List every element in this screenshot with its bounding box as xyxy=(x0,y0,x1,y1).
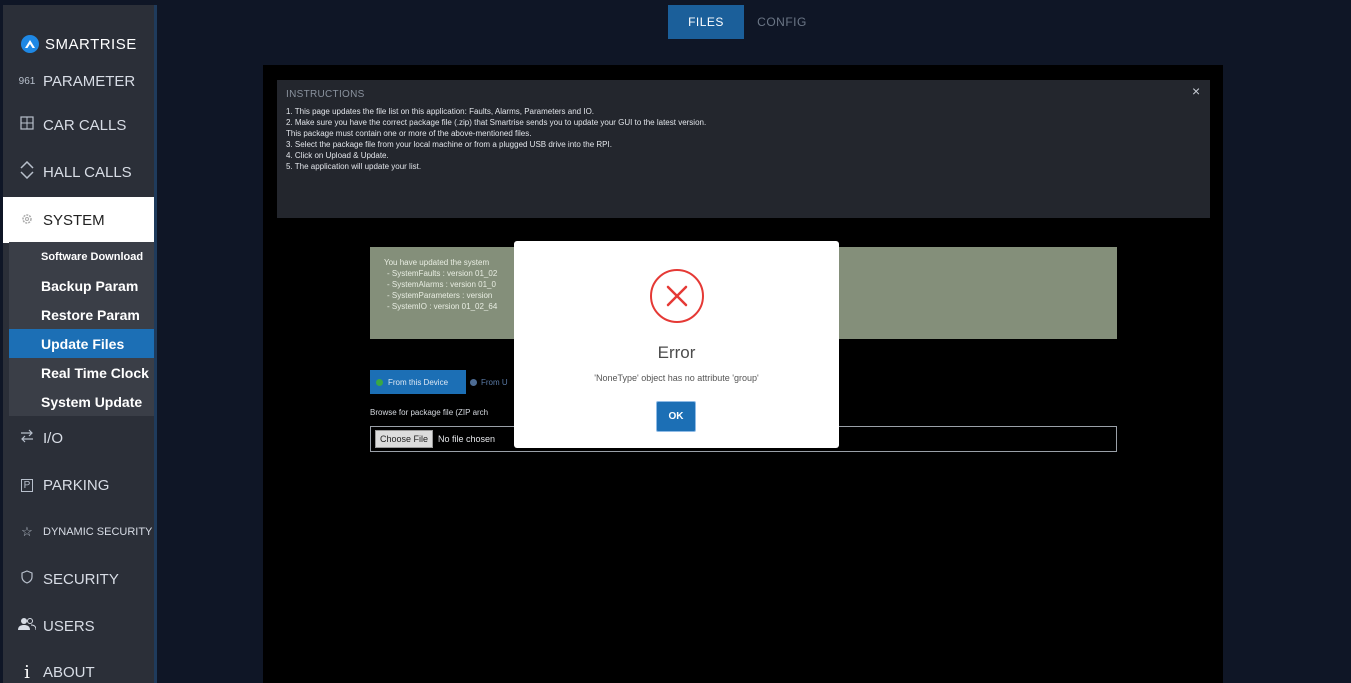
sidebar: SMARTRISE 961 PARAMETER CAR CALLS HALL C… xyxy=(3,5,157,683)
sidebar-item-label: SECURITY xyxy=(43,570,119,588)
sidebar-item-label: PARAMETER xyxy=(43,72,136,90)
error-modal: Error 'NoneType' object has no attribute… xyxy=(514,241,839,448)
close-icon[interactable]: × xyxy=(1192,83,1200,99)
tab-files[interactable]: FILES xyxy=(668,5,744,39)
logo: SMARTRISE xyxy=(21,33,137,55)
shield-icon xyxy=(17,570,37,588)
sidebar-item-security[interactable]: SECURITY xyxy=(3,562,154,596)
sidebar-item-users[interactable]: USERS xyxy=(3,609,154,643)
source-device-label: From this Device xyxy=(388,377,449,387)
sidebar-sub-real-time-clock[interactable]: Real Time Clock xyxy=(9,358,154,387)
sub-label: Software Download xyxy=(41,250,144,263)
file-input-value: No file chosen xyxy=(438,434,496,444)
instructions-box: INSTRUCTIONS 1. This page updates the fi… xyxy=(277,80,1210,218)
sidebar-item-io[interactable]: I/O xyxy=(3,421,154,455)
sub-label: Backup Param xyxy=(41,277,139,294)
instructions-line: 4. Click on Upload & Update. xyxy=(286,151,389,160)
parking-icon-glyph: P xyxy=(20,478,34,492)
hall-calls-icon xyxy=(17,160,37,183)
sub-label: Restore Param xyxy=(41,306,140,323)
sidebar-item-parking[interactable]: P PARKING xyxy=(3,468,154,502)
sidebar-item-label: SYSTEM xyxy=(43,211,105,229)
sidebar-item-label: DYNAMIC SECURITY xyxy=(43,526,153,538)
sidebar-item-label: I/O xyxy=(43,429,64,447)
sidebar-sub-update-files[interactable]: Update Files xyxy=(9,329,154,358)
gear-icon xyxy=(17,212,37,229)
tab-config[interactable]: CONFIG xyxy=(750,5,814,39)
sidebar-item-label: HALL CALLS xyxy=(43,163,132,181)
sidebar-sub-system-update[interactable]: System Update xyxy=(9,387,154,416)
instructions-line: 5. The application will update your list… xyxy=(286,162,422,171)
sidebar-item-parameter[interactable]: 961 PARAMETER xyxy=(3,67,154,95)
modal-message: 'NoneType' object has no attribute 'grou… xyxy=(594,373,759,383)
sidebar-sub-restore-param[interactable]: Restore Param xyxy=(9,300,154,329)
sidebar-item-car-calls[interactable]: CAR CALLS xyxy=(3,108,154,142)
sidebar-item-system[interactable]: SYSTEM xyxy=(3,197,154,243)
smartrise-logo-icon xyxy=(21,35,39,53)
error-x-icon xyxy=(650,269,704,323)
users-icon xyxy=(17,617,37,635)
parameter-icon: 961 xyxy=(18,75,36,87)
info-icon: i xyxy=(24,661,30,683)
browse-label: Browse for package file (ZIP arch xyxy=(370,408,489,417)
sub-label: Real Time Clock xyxy=(41,364,149,381)
sidebar-item-label: USERS xyxy=(43,617,95,635)
source-device-radio[interactable]: From this Device xyxy=(370,370,466,394)
instructions-line: 2. Make sure you have the correct packag… xyxy=(286,118,707,127)
instructions-line: 1. This page updates the file list on th… xyxy=(286,107,595,116)
sub-label: Update Files xyxy=(41,335,125,352)
sidebar-scroll-edge[interactable] xyxy=(154,5,157,683)
io-arrows-icon xyxy=(17,428,37,448)
radio-icon xyxy=(470,379,477,386)
sidebar-sub-backup-param[interactable]: Backup Param xyxy=(9,271,154,300)
sidebar-sub-software-download[interactable]: Software Download xyxy=(9,242,154,271)
modal-title: Error xyxy=(657,343,696,362)
car-calls-icon xyxy=(17,116,37,134)
sidebar-item-dynamic-security[interactable]: ☆ DYNAMIC SECURITY xyxy=(3,515,154,549)
choose-file-button[interactable]: Choose File xyxy=(375,430,434,448)
radio-selected-icon xyxy=(376,378,383,386)
instructions-heading: INSTRUCTIONS xyxy=(286,89,365,100)
logo-text: SMARTRISE xyxy=(45,35,137,53)
sidebar-item-about[interactable]: i ABOUT xyxy=(3,655,154,683)
source-usb-label: From U xyxy=(481,378,508,387)
sidebar-item-label: CAR CALLS xyxy=(43,116,127,134)
sidebar-item-hall-calls[interactable]: HALL CALLS xyxy=(3,155,154,189)
sidebar-item-label: ABOUT xyxy=(43,663,95,681)
instructions-line: 3. Select the package file from your loc… xyxy=(286,140,612,149)
sidebar-item-label: PARKING xyxy=(43,476,110,494)
ok-button[interactable]: OK xyxy=(656,401,696,432)
source-usb-radio[interactable]: From U xyxy=(470,378,508,387)
parking-icon: P xyxy=(17,478,37,492)
instructions-line: This package must contain one or more of… xyxy=(286,129,532,138)
star-icon: ☆ xyxy=(21,524,33,539)
sub-label: System Update xyxy=(41,393,143,410)
